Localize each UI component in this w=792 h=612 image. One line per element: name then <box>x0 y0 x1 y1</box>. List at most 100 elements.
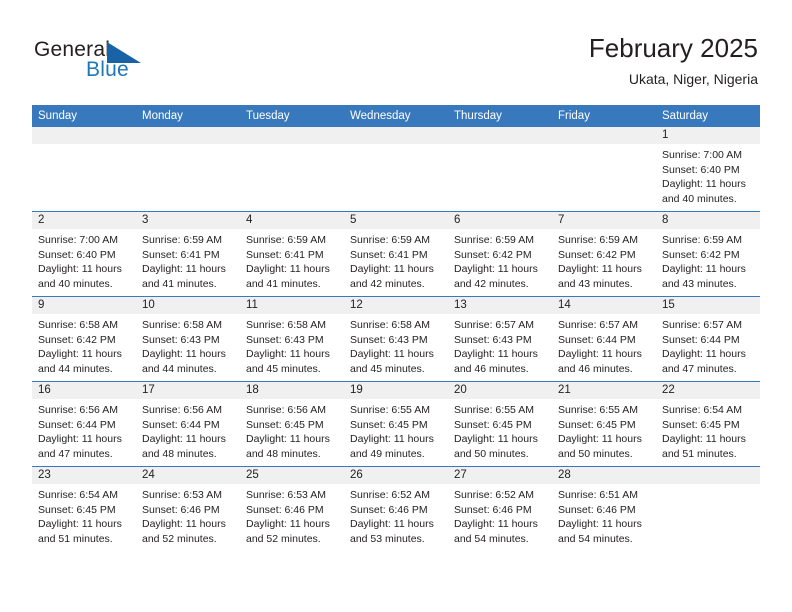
sunset-text: Sunset: 6:45 PM <box>558 418 636 431</box>
calendar-day-cell[interactable]: 20 Sunrise: 6:55 AM Sunset: 6:45 PM Dayligh… <box>448 381 552 467</box>
calendar-day-cell[interactable]: 15 Sunrise: 6:57 AM Sunset: 6:44 PM Dayligh… <box>656 296 760 382</box>
daylight-text-line2: and 52 minutes. <box>142 532 217 545</box>
day-cell: 4 Sunrise: 6:59 AM Sunset: 6:41 PM Daylight… <box>240 212 344 296</box>
sunrise-text: Sunrise: 6:52 AM <box>454 489 534 501</box>
sunrise-text: Sunrise: 6:59 AM <box>454 234 534 246</box>
calendar-day-cell[interactable]: 10 Sunrise: 6:58 AM Sunset: 6:43 PM Dayligh… <box>136 296 240 382</box>
calendar-day-cell[interactable]: 25 Sunrise: 6:53 AM Sunset: 6:46 PM Dayligh… <box>240 466 344 551</box>
daylight-text-line1: Daylight: 11 hours <box>558 433 642 446</box>
calendar-day-cell[interactable]: 2 Sunrise: 7:00 AM Sunset: 6:40 PM Daylight… <box>32 211 136 297</box>
daylight-text-line2: and 45 minutes. <box>350 362 425 375</box>
sunrise-text: Sunrise: 6:56 AM <box>38 404 118 416</box>
calendar-day-cell[interactable]: 27 Sunrise: 6:52 AM Sunset: 6:46 PM Dayligh… <box>448 466 552 551</box>
day-cell: 7 Sunrise: 6:59 AM Sunset: 6:42 PM Daylight… <box>552 212 656 296</box>
calendar-day-cell[interactable]: 8 Sunrise: 6:59 AM Sunset: 6:42 PM Daylight… <box>656 211 760 297</box>
empty-day-cell <box>344 127 448 211</box>
day-number: 21 <box>552 382 656 399</box>
calendar-day-cell[interactable]: 11 Sunrise: 6:58 AM Sunset: 6:43 PM Dayligh… <box>240 296 344 382</box>
calendar-day-cell[interactable]: 1 Sunrise: 7:00 AM Sunset: 6:40 PM Daylight… <box>656 127 760 212</box>
day-details: Sunrise: 6:55 AM Sunset: 6:45 PM Daylight:… <box>448 399 552 461</box>
calendar-day-cell[interactable]: 19 Sunrise: 6:55 AM Sunset: 6:45 PM Dayligh… <box>344 381 448 467</box>
daylight-text-line2: and 42 minutes. <box>454 277 529 290</box>
sunset-text: Sunset: 6:43 PM <box>142 333 220 346</box>
calendar-page: General Blue February 2025 Ukata, Niger,… <box>0 0 792 612</box>
page-header: General Blue February 2025 Ukata, Niger,… <box>0 0 792 100</box>
calendar-day-cell[interactable]: 5 Sunrise: 6:59 AM Sunset: 6:41 PM Daylight… <box>344 211 448 297</box>
day-number: 26 <box>344 467 448 484</box>
calendar-week-row: 2 Sunrise: 7:00 AM Sunset: 6:40 PM Daylight… <box>32 211 760 297</box>
daylight-text-line1: Daylight: 11 hours <box>38 348 122 361</box>
calendar-week-row: 16 Sunrise: 6:56 AM Sunset: 6:44 PM Dayligh… <box>32 381 760 467</box>
empty-day-cell <box>552 127 656 211</box>
day-cell: 9 Sunrise: 6:58 AM Sunset: 6:42 PM Daylight… <box>32 297 136 381</box>
day-cell: 19 Sunrise: 6:55 AM Sunset: 6:45 PM Dayligh… <box>344 382 448 466</box>
calendar-day-cell[interactable]: 9 Sunrise: 6:58 AM Sunset: 6:42 PM Daylight… <box>32 296 136 382</box>
daylight-text-line1: Daylight: 11 hours <box>662 178 746 191</box>
calendar-day-cell[interactable]: 12 Sunrise: 6:58 AM Sunset: 6:43 PM Dayligh… <box>344 296 448 382</box>
sunset-text: Sunset: 6:40 PM <box>38 248 116 261</box>
day-cell: 11 Sunrise: 6:58 AM Sunset: 6:43 PM Dayligh… <box>240 297 344 381</box>
calendar-day-cell[interactable]: 18 Sunrise: 6:56 AM Sunset: 6:45 PM Dayligh… <box>240 381 344 467</box>
sunrise-text: Sunrise: 6:57 AM <box>558 319 638 331</box>
sunset-text: Sunset: 6:45 PM <box>662 418 740 431</box>
sunset-text: Sunset: 6:46 PM <box>350 503 428 516</box>
sunset-text: Sunset: 6:44 PM <box>142 418 220 431</box>
sunset-text: Sunset: 6:41 PM <box>142 248 220 261</box>
daylight-text-line1: Daylight: 11 hours <box>662 433 746 446</box>
day-cell: 12 Sunrise: 6:58 AM Sunset: 6:43 PM Dayligh… <box>344 297 448 381</box>
calendar-day-cell[interactable]: 4 Sunrise: 6:59 AM Sunset: 6:41 PM Daylight… <box>240 211 344 297</box>
calendar-day-cell[interactable]: 28 Sunrise: 6:51 AM Sunset: 6:46 PM Dayligh… <box>552 466 656 551</box>
calendar-day-cell[interactable]: 22 Sunrise: 6:54 AM Sunset: 6:45 PM Dayligh… <box>656 381 760 467</box>
calendar-day-cell[interactable]: 7 Sunrise: 6:59 AM Sunset: 6:42 PM Daylight… <box>552 211 656 297</box>
daylight-text-line2: and 54 minutes. <box>558 532 633 545</box>
day-number: 11 <box>240 297 344 314</box>
daylight-text-line1: Daylight: 11 hours <box>454 433 538 446</box>
daylight-text-line1: Daylight: 11 hours <box>142 518 226 531</box>
calendar-day-cell[interactable]: 16 Sunrise: 6:56 AM Sunset: 6:44 PM Dayligh… <box>32 381 136 467</box>
daylight-text-line2: and 43 minutes. <box>662 277 737 290</box>
calendar-day-cell <box>656 466 760 551</box>
day-cell: 6 Sunrise: 6:59 AM Sunset: 6:42 PM Daylight… <box>448 212 552 296</box>
daylight-text-line1: Daylight: 11 hours <box>38 433 122 446</box>
daylight-text-line1: Daylight: 11 hours <box>350 518 434 531</box>
day-cell: 14 Sunrise: 6:57 AM Sunset: 6:44 PM Dayligh… <box>552 297 656 381</box>
calendar-day-cell[interactable]: 17 Sunrise: 6:56 AM Sunset: 6:44 PM Dayligh… <box>136 381 240 467</box>
day-cell: 23 Sunrise: 6:54 AM Sunset: 6:45 PM Dayligh… <box>32 467 136 551</box>
weekday-header-thursday: Thursday <box>448 105 552 127</box>
daylight-text-line2: and 41 minutes. <box>142 277 217 290</box>
daylight-text-line1: Daylight: 11 hours <box>246 263 330 276</box>
day-number: 3 <box>136 212 240 229</box>
daylight-text-line2: and 47 minutes. <box>38 447 113 460</box>
sunrise-text: Sunrise: 6:53 AM <box>246 489 326 501</box>
sunrise-text: Sunrise: 6:58 AM <box>38 319 118 331</box>
daylight-text-line1: Daylight: 11 hours <box>558 263 642 276</box>
weekday-header-sunday: Sunday <box>32 105 136 127</box>
weekday-header-tuesday: Tuesday <box>240 105 344 127</box>
day-details: Sunrise: 6:57 AM Sunset: 6:44 PM Daylight:… <box>552 314 656 376</box>
calendar-day-cell[interactable]: 24 Sunrise: 6:53 AM Sunset: 6:46 PM Dayligh… <box>136 466 240 551</box>
calendar-day-cell[interactable]: 13 Sunrise: 6:57 AM Sunset: 6:43 PM Dayligh… <box>448 296 552 382</box>
weekday-header-wednesday: Wednesday <box>344 105 448 127</box>
calendar-day-cell[interactable]: 6 Sunrise: 6:59 AM Sunset: 6:42 PM Daylight… <box>448 211 552 297</box>
day-cell: 15 Sunrise: 6:57 AM Sunset: 6:44 PM Dayligh… <box>656 297 760 381</box>
calendar-day-cell[interactable]: 26 Sunrise: 6:52 AM Sunset: 6:46 PM Dayligh… <box>344 466 448 551</box>
weekday-header-monday: Monday <box>136 105 240 127</box>
sunrise-text: Sunrise: 6:58 AM <box>246 319 326 331</box>
calendar-day-cell[interactable]: 23 Sunrise: 6:54 AM Sunset: 6:45 PM Dayligh… <box>32 466 136 551</box>
sunrise-text: Sunrise: 6:53 AM <box>142 489 222 501</box>
calendar-day-cell[interactable]: 14 Sunrise: 6:57 AM Sunset: 6:44 PM Dayligh… <box>552 296 656 382</box>
sunrise-text: Sunrise: 6:55 AM <box>454 404 534 416</box>
calendar-day-cell[interactable]: 3 Sunrise: 6:59 AM Sunset: 6:41 PM Daylight… <box>136 211 240 297</box>
calendar-day-cell <box>552 127 656 212</box>
day-cell: 27 Sunrise: 6:52 AM Sunset: 6:46 PM Dayligh… <box>448 467 552 551</box>
day-number: 16 <box>32 382 136 399</box>
sunrise-text: Sunrise: 7:00 AM <box>662 149 742 161</box>
sunset-text: Sunset: 6:46 PM <box>558 503 636 516</box>
day-details: Sunrise: 6:54 AM Sunset: 6:45 PM Daylight:… <box>32 484 136 546</box>
daylight-text-line2: and 46 minutes. <box>454 362 529 375</box>
day-details: Sunrise: 6:56 AM Sunset: 6:45 PM Daylight:… <box>240 399 344 461</box>
daylight-text-line2: and 44 minutes. <box>142 362 217 375</box>
daylight-text-line1: Daylight: 11 hours <box>662 263 746 276</box>
calendar-day-cell[interactable]: 21 Sunrise: 6:55 AM Sunset: 6:45 PM Dayligh… <box>552 381 656 467</box>
day-details: Sunrise: 6:59 AM Sunset: 6:41 PM Daylight:… <box>344 229 448 291</box>
